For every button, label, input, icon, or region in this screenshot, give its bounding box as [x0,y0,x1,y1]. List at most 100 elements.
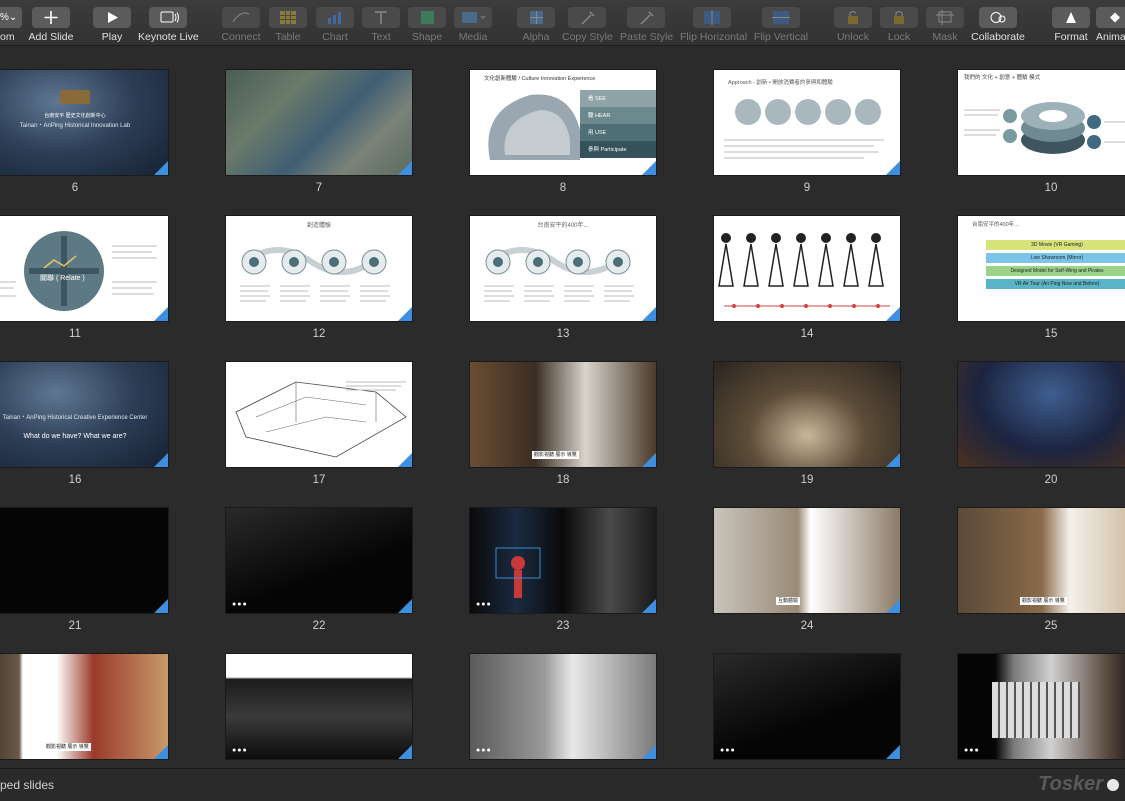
slide-thumbnail[interactable]: ●●● [226,508,412,613]
paste-style-label: Paste Style [620,31,674,43]
slide-thumbnail[interactable] [226,70,412,175]
slide-subtitle: 台南安平 歷史文化創新中心 [44,113,106,119]
slide-thumbnail[interactable]: 觀影視聽 展示 導覽 [470,362,656,467]
slide-caption: 觀影視聽 展示 導覽 [532,451,579,459]
shape-label: Shape [411,31,443,43]
copy-style-button[interactable]: Copy Style [562,7,613,43]
slide-dots: ●●● [232,747,248,754]
toolbar: %⌄ om Add Slide Play Keynote Live Connec… [0,0,1125,46]
alpha-label: Alpha [522,31,550,43]
slide-thumbnail[interactable]: Tainan・AnPing Historical Innovation Lab 台… [0,70,168,175]
shape-icon [408,7,446,28]
connect-button[interactable]: Connect [221,7,261,43]
slide-number: 21 [68,620,82,632]
slide-step-label: 參與 Participate [588,147,627,153]
animate-button[interactable]: Anima [1096,7,1125,43]
slide-layer-bar: 3D Movie (VR Gaming) [986,240,1125,250]
slide-number: 18 [556,474,570,486]
plus-icon [32,7,70,28]
media-icon [454,7,492,28]
paste-style-button[interactable]: Paste Style [620,7,674,43]
slide-thumbnail[interactable]: ●●● [958,654,1125,759]
slide-thumbnail[interactable]: 創造體驗 [226,216,412,321]
mask-button[interactable]: Mask [925,7,965,43]
slide-corner-marker [398,599,412,613]
watermark-logo: Tosker [1038,773,1103,795]
slide-thumbnail[interactable]: Tainan・AnPing Historical Creative Experi… [0,362,168,467]
flip-vertical-button[interactable]: Flip Vertical [752,7,810,43]
keynote-live-button[interactable]: Keynote Live [138,7,199,43]
slide-title: 台南安平的400年... [537,223,589,229]
slide-number: 6 [71,182,79,194]
collaborate-icon [979,7,1017,28]
table-button[interactable]: Table [268,7,308,43]
slide-step-label: 用 USE [588,130,607,136]
slide-thumbnail[interactable]: ●●● [226,654,412,759]
slide-number: 12 [312,328,326,340]
chart-button[interactable]: Chart [315,7,355,43]
broadcast-icon [149,7,187,28]
slide-thumbnail[interactable] [226,362,412,467]
slide-title: 創造體驗 [306,223,331,229]
slide-thumbnail[interactable]: Approach - 創新 • 開放消費者的參與和體驗 [714,70,900,175]
slide-step-label: 看 SEE [588,96,607,102]
slide-thumbnail[interactable]: 我們的 文化 + 創意 + 體驗 模式 [958,70,1125,175]
collaborate-button[interactable]: Collaborate [971,7,1025,43]
slide-thumbnail[interactable]: 觀影視聽 展示 導覽 [958,508,1125,613]
chart-label: Chart [322,31,348,43]
slide-corner-marker [886,161,900,175]
unlock-label: Unlock [836,31,870,43]
slide-number: 25 [1044,620,1058,632]
slide-number: 10 [1044,182,1058,194]
slide-thumbnail[interactable]: 關聯 ( Relate ) [0,216,168,321]
slide-thumbnail[interactable] [0,508,168,613]
slide-thumbnail[interactable] [714,216,900,321]
play-button[interactable]: Play [92,7,132,43]
animate-label: Anima [1096,31,1125,43]
zoom-icon[interactable]: %⌄ [0,7,22,28]
play-icon [93,7,131,28]
slide-number: 17 [312,474,326,486]
slide-corner-marker [154,307,168,321]
slide-dots: ●●● [232,601,248,608]
slide-thumbnail[interactable]: 台南安平的400年... [470,216,656,321]
collaborate-label: Collaborate [971,31,1025,43]
slide-dots: ●●● [476,601,492,608]
slide-navigator-grid[interactable]: Tainan・AnPing Historical Innovation Lab 台… [0,46,1125,768]
shape-button[interactable]: Shape [407,7,447,43]
alpha-button[interactable]: Alpha [516,7,556,43]
slide-title: 關聯 ( Relate ) [40,275,85,282]
zoom-slider-knob[interactable] [1107,779,1119,791]
text-label: Text [371,31,391,43]
slide-layer-bar: VR Air Tour (An Ping Now and Before) [986,279,1125,289]
slide-thumbnail[interactable]: 文化創新體驗 / Culture Innovation Experience 看 … [470,70,656,175]
skipped-slides-label: ped slides [0,778,55,792]
slide-thumbnail[interactable] [958,362,1125,467]
slide-title: Approach - 創新 • 開放消費者的參與和體驗 [728,80,833,86]
media-button[interactable]: Media [453,7,493,43]
lock-button[interactable]: Lock [879,7,919,43]
slide-thumbnail[interactable]: 觀影視聽 展示 導覽 [0,654,168,759]
table-label: Table [275,31,301,43]
eyedropper-icon [568,7,606,28]
slide-thumbnail[interactable]: 互動體驗 [714,508,900,613]
zoom-menu[interactable]: %⌄ om [0,7,22,43]
unlock-button[interactable]: Unlock [833,7,873,43]
format-button[interactable]: Format [1050,7,1092,43]
slide-corner-marker [398,745,412,759]
slide-thumbnail[interactable]: ●●● [470,654,656,759]
slide-thumbnail[interactable]: ●●● [470,508,656,613]
add-slide-button[interactable]: Add Slide [28,7,74,43]
slide-number: 24 [800,620,814,632]
slide-corner-marker [154,745,168,759]
slide-thumbnail[interactable] [714,362,900,467]
animate-icon [1096,7,1125,28]
flip-horizontal-button[interactable]: Flip Horizontal [680,7,747,43]
slide-thumbnail[interactable]: 3D Movie (VR Gaming) Live Showroom (Mirro… [958,216,1125,321]
text-button[interactable]: Text [361,7,401,43]
text-icon [362,7,400,28]
slide-number: 22 [312,620,326,632]
connect-label: Connect [221,31,261,43]
format-brush-icon [1052,7,1090,28]
slide-thumbnail[interactable]: ●●● [714,654,900,759]
